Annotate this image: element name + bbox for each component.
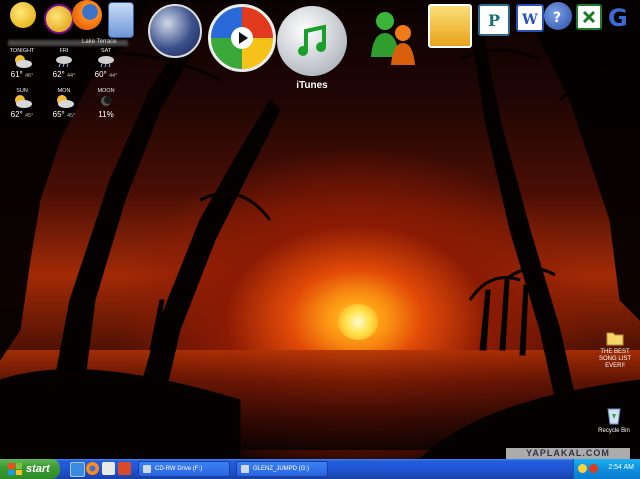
network-globe-icon[interactable] <box>148 4 202 58</box>
temp-high: 65° <box>52 110 65 119</box>
quicklaunch-app-icon[interactable] <box>118 462 131 475</box>
itunes-label: iTunes <box>296 80 328 91</box>
best-song-list-folder[interactable]: THE BEST SONG LIST EVER!! <box>594 330 636 370</box>
show-desktop-icon[interactable] <box>70 462 85 477</box>
msn-messenger-icon[interactable] <box>364 6 424 66</box>
windows-media-player-icon[interactable] <box>208 4 276 72</box>
partly-cloudy-icon <box>15 55 32 68</box>
folder-label: THE BEST SONG LIST EVER!! <box>598 349 631 369</box>
task-label: GLENZ_JUMPD (G:) <box>253 466 310 472</box>
weather-day: MOON 11% <box>86 88 126 119</box>
drive-icon <box>143 465 151 473</box>
weather-widget[interactable]: Lake Terrace TONIGHT 61° 46° FRI 62° 44°… <box>2 39 132 120</box>
excel-icon[interactable] <box>576 4 602 30</box>
temp-low: 46° <box>25 73 34 79</box>
itunes-icon[interactable] <box>277 6 347 76</box>
publisher-icon[interactable]: P <box>478 4 510 36</box>
temp-high: 62° <box>52 70 65 79</box>
start-button[interactable]: start <box>0 459 60 479</box>
desktop: iTunes P W ? G Lake Terrace TONIGHT 61° … <box>0 0 640 459</box>
svg-text:P: P <box>488 11 500 30</box>
temp-low: 45° <box>67 113 76 119</box>
weather-day: SUN 62° 45° <box>2 88 42 119</box>
recycle-bin-label: Recycle Bin <box>598 428 630 434</box>
svg-text:W: W <box>521 12 538 27</box>
calculator-icon[interactable] <box>108 2 134 38</box>
yahoo-messenger-icon[interactable] <box>10 2 36 28</box>
drive-icon <box>241 465 249 473</box>
system-tray: 2:54 AM <box>573 459 640 479</box>
word-icon[interactable]: W <box>516 4 544 32</box>
temp-low: 44° <box>109 73 118 79</box>
task-label: CD-RW Drive (F:) <box>155 466 203 472</box>
moon-icon <box>101 96 112 106</box>
windows-flag-icon <box>8 463 22 475</box>
watermark: YAPLAKAL.COM <box>506 448 630 459</box>
recycle-bin[interactable]: Recycle Bin <box>592 405 636 435</box>
moon-percent: 11% <box>98 110 114 119</box>
task-glenz-jumpd[interactable]: GLENZ_JUMPD (G:) <box>236 461 328 477</box>
taskbar: start CD-RW Drive (F:) GLENZ_JUMPD (G:) … <box>0 459 640 479</box>
tray-icon[interactable] <box>589 464 598 473</box>
rain-icon <box>98 56 114 68</box>
temp-low: 45° <box>25 113 34 119</box>
weather-day: SAT 60° 44° <box>86 48 126 79</box>
folder-icon <box>606 332 624 346</box>
temp-high: 61° <box>10 70 23 79</box>
quicklaunch-media-icon[interactable] <box>102 462 115 475</box>
weather-day: FRI 62° 44° <box>44 48 84 79</box>
recycle-bin-icon <box>607 408 621 425</box>
weather-day: TONIGHT 61° 46° <box>2 48 42 79</box>
partly-cloudy-icon <box>57 95 74 108</box>
clock[interactable]: 2:54 AM <box>608 464 634 471</box>
svg-text:?: ? <box>553 10 561 25</box>
temp-high: 60° <box>94 70 107 79</box>
start-label: start <box>26 463 50 475</box>
firefox-icon[interactable] <box>72 0 102 30</box>
rain-icon <box>56 56 72 68</box>
weather-location: Lake Terrace <box>82 39 117 45</box>
temp-low: 44° <box>67 73 76 79</box>
help-icon[interactable]: ? <box>544 2 572 30</box>
temp-high: 62° <box>10 110 23 119</box>
partly-cloudy-icon <box>15 95 32 108</box>
svg-text:G: G <box>608 4 628 32</box>
google-icon[interactable]: G <box>604 2 634 32</box>
outlook-icon[interactable] <box>428 4 472 48</box>
yahoo-icon[interactable] <box>44 4 74 34</box>
task-cd-rw-drive[interactable]: CD-RW Drive (F:) <box>138 461 230 477</box>
quicklaunch-firefox-icon[interactable] <box>86 462 99 475</box>
tray-icon[interactable] <box>578 464 587 473</box>
weather-day: MON 65° 45° <box>44 88 84 119</box>
